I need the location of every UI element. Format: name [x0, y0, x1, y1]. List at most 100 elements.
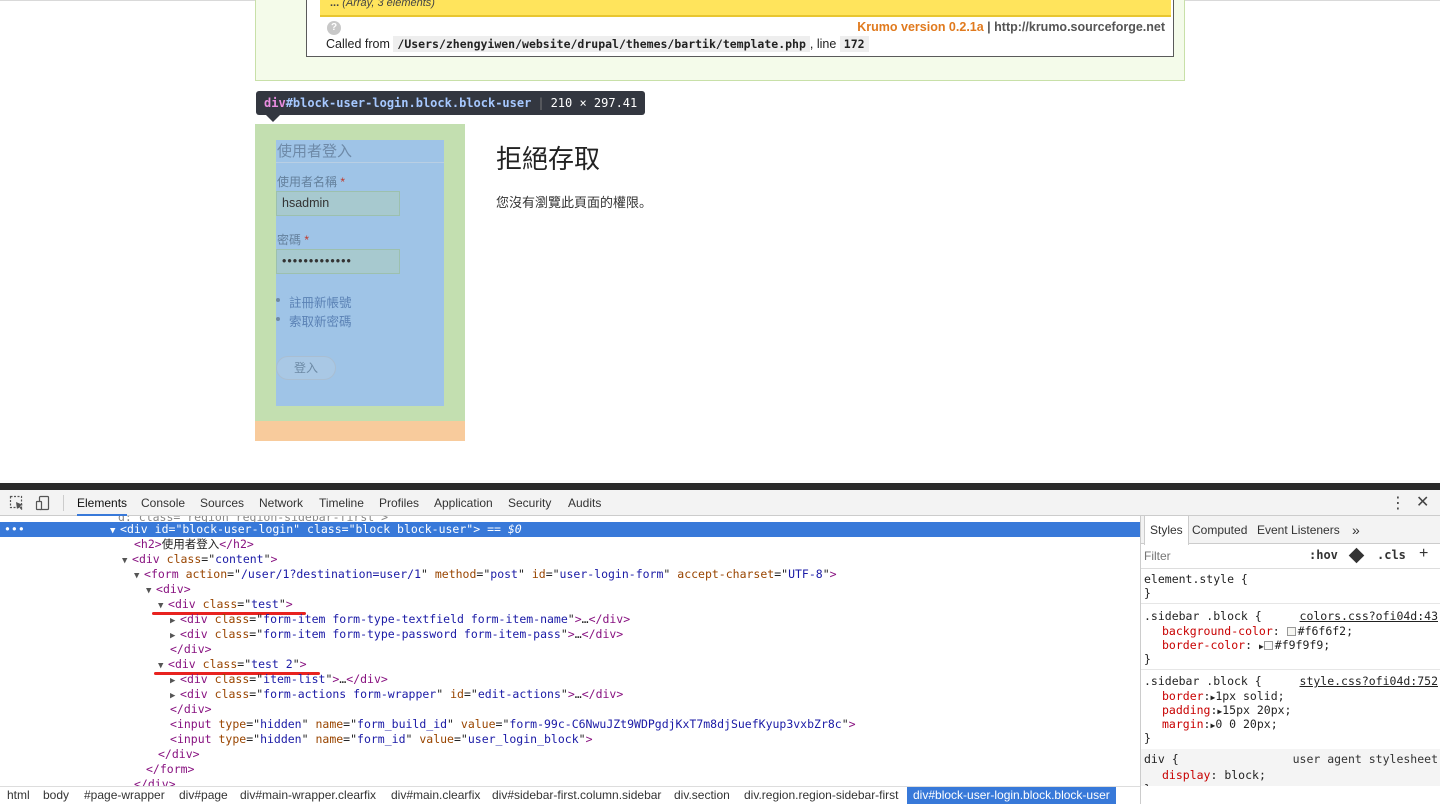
- dom-row-close-div[interactable]: </div>: [0, 777, 1140, 786]
- tab-event-listeners[interactable]: Event Listeners: [1252, 516, 1345, 544]
- breadcrumb-item[interactable]: div.section: [668, 787, 736, 804]
- tab-audits[interactable]: Audits: [568, 490, 601, 516]
- dom-attr-value: hidden: [260, 717, 302, 731]
- dom-row-input-form-id[interactable]: <input type="hidden" name="form_id" valu…: [0, 732, 1140, 747]
- dom-row-h2[interactable]: <h2>使用者登入</h2>: [0, 537, 1140, 552]
- dom-tag: form: [150, 567, 179, 581]
- rule-user-agent[interactable]: div {user agent stylesheet: [1144, 752, 1438, 766]
- element-style-selector[interactable]: element.style {: [1144, 572, 1438, 586]
- new-rule-button[interactable]: +: [1419, 545, 1428, 563]
- breadcrumb-item[interactable]: div#sidebar-first.column.sidebar: [486, 787, 667, 804]
- dom-collapsed-ellipsis[interactable]: …: [582, 612, 589, 626]
- more-tabs-icon[interactable]: »: [1347, 516, 1365, 544]
- color-swatch[interactable]: [1263, 641, 1273, 650]
- breadcrumb-item[interactable]: div.region.region-sidebar-first: [738, 787, 905, 804]
- dom-row-form-actions[interactable]: ▶ <div class="form-actions form-wrapper" …: [0, 687, 1140, 702]
- dom-row-close-div[interactable]: </div>: [0, 702, 1140, 717]
- tab-computed[interactable]: Computed: [1187, 516, 1252, 544]
- dom-row-close-form[interactable]: </form>: [0, 762, 1140, 777]
- class-toggle[interactable]: .cls: [1377, 548, 1406, 562]
- register-link[interactable]: 註冊新帳號: [289, 292, 352, 311]
- tab-elements[interactable]: Elements: [77, 490, 128, 516]
- dom-tag: </h2>: [219, 537, 254, 551]
- dom-tag: div: [174, 597, 196, 611]
- styles-filter-input[interactable]: [1144, 549, 1294, 563]
- dom-row-selected[interactable]: ••• ▼ <div id="block-user-login" class="b…: [0, 522, 1140, 537]
- tab-styles[interactable]: Styles: [1144, 516, 1189, 545]
- device-toolbar-icon[interactable]: [35, 495, 51, 511]
- dom-row-close-div[interactable]: </div>: [0, 747, 1140, 762]
- dom-collapsed-ellipsis[interactable]: …: [575, 627, 582, 641]
- breadcrumb-item[interactable]: div#main.clearfix: [385, 787, 486, 804]
- dom-attr-name: type: [218, 732, 247, 746]
- forgot-password-link[interactable]: 索取新密碼: [289, 311, 352, 330]
- breadcrumb-item[interactable]: #page-wrapper: [78, 787, 171, 804]
- css-property-row[interactable]: background-color: #f6f6f2;: [1144, 624, 1438, 638]
- breadcrumb-item[interactable]: html: [1, 787, 36, 804]
- tab-sources[interactable]: Sources: [200, 490, 244, 516]
- tab-console[interactable]: Console: [141, 490, 185, 516]
- tab-timeline[interactable]: Timeline: [319, 490, 364, 516]
- dom-row-form-item-pass[interactable]: ▶ <div class="form-item form-type-passwor…: [0, 627, 1140, 642]
- dom-tag: </form>: [146, 762, 195, 776]
- login-title-divider: [276, 162, 444, 163]
- breadcrumb-item[interactable]: body: [37, 787, 75, 804]
- hover-state-toggle[interactable]: :hov: [1309, 548, 1338, 562]
- color-swatch[interactable]: [1286, 627, 1296, 636]
- dom-tag: div: [186, 612, 208, 626]
- rule-source-link[interactable]: colors.css?ofi04d:43: [1300, 609, 1438, 623]
- rule-source-link[interactable]: style.css?ofi04d:752: [1300, 674, 1438, 688]
- login-submit-button[interactable]: 登入: [276, 356, 336, 380]
- tab-network[interactable]: Network: [259, 490, 303, 516]
- dom-attr-name: id: [531, 567, 546, 581]
- css-property-value: 1px solid;: [1215, 689, 1285, 703]
- krumo-version-line: Krumo version 0.2.1a | http://krumo.sour…: [857, 20, 1165, 34]
- krumo-array-row[interactable]: ... (Array, 3 elements): [320, 0, 1171, 17]
- devtools-splitter[interactable]: [0, 483, 1440, 490]
- row-actions-icon[interactable]: •••: [4, 522, 25, 537]
- rule-style-css[interactable]: .sidebar .block { style.css?ofi04d:752: [1144, 674, 1438, 688]
- dom-tag: div: [174, 657, 196, 671]
- called-from-line: 172: [839, 36, 869, 52]
- tab-profiles[interactable]: Profiles: [379, 490, 419, 516]
- dom-attr-value: form-99c-C6NwuJZt9WDPgdjKxT7m8djSuefKyup…: [509, 717, 842, 731]
- dom-row-item-list[interactable]: ▶ <div class="item-list">…</div>: [0, 672, 1140, 687]
- password-field[interactable]: •••••••••••••: [276, 249, 400, 274]
- more-options-icon[interactable]: ⋮: [1390, 493, 1406, 513]
- dom-attr-name: method: [434, 567, 477, 581]
- css-property-name: border-color: [1162, 638, 1246, 652]
- css-property-row[interactable]: display: block;: [1144, 768, 1438, 782]
- color-format-icon[interactable]: [1348, 547, 1365, 564]
- dom-row-input-build-id[interactable]: <input type="hidden" name="form_build_id…: [0, 717, 1140, 732]
- dom-collapsed-ellipsis[interactable]: …: [575, 687, 582, 701]
- dom-row-form-item-name[interactable]: ▶ <div class="form-item form-type-textfie…: [0, 612, 1140, 627]
- rule-selector: .sidebar .block {: [1144, 674, 1262, 688]
- dom-attr-name: name: [315, 732, 344, 746]
- dom-attr-value: block block-user: [355, 522, 467, 536]
- dom-attr-name: action: [185, 567, 228, 581]
- dom-row-div-test2[interactable]: ▼ <div class="test 2">: [0, 657, 1140, 672]
- krumo-version-separator: |: [983, 20, 995, 34]
- tab-security[interactable]: Security: [508, 490, 551, 516]
- inspect-element-tooltip: div#block-user-login.block.block-user | 21…: [256, 91, 646, 115]
- dom-row-div-test[interactable]: ▼ <div class="test">: [0, 597, 1140, 612]
- dom-row-div[interactable]: ▼ <div>: [0, 582, 1140, 597]
- dom-tag: </div>: [581, 687, 624, 701]
- breadcrumb-item-active[interactable]: div#block-user-login.block.block-user: [907, 787, 1116, 804]
- dom-row-content[interactable]: ▼ <div class="content">: [0, 552, 1140, 567]
- krumo-version-link[interactable]: Krumo version 0.2.1a: [857, 20, 983, 34]
- dom-attr-value: test 2: [251, 657, 293, 671]
- username-field[interactable]: hsadmin: [276, 191, 400, 216]
- tab-application[interactable]: Application: [434, 490, 493, 516]
- inspect-element-icon[interactable]: [9, 495, 25, 511]
- breadcrumb-item[interactable]: div#page: [173, 787, 234, 804]
- rule-colors-css[interactable]: .sidebar .block {colors.css?ofi04d:43: [1144, 609, 1438, 623]
- dom-attr-value: hidden: [260, 732, 302, 746]
- breadcrumb-item[interactable]: div#main-wrapper.clearfix: [234, 787, 382, 804]
- krumo-site-link[interactable]: http://krumo.sourceforge.net: [994, 20, 1165, 34]
- dom-row-close-div[interactable]: </div>: [0, 642, 1140, 657]
- krumo-help-icon[interactable]: ?: [327, 21, 341, 35]
- dom-row-form[interactable]: ▼ <form action="/user/1?destination=user/…: [0, 567, 1140, 582]
- close-devtools-icon[interactable]: ✕: [1416, 492, 1429, 512]
- dom-attr-value: user-login-form: [559, 567, 664, 581]
